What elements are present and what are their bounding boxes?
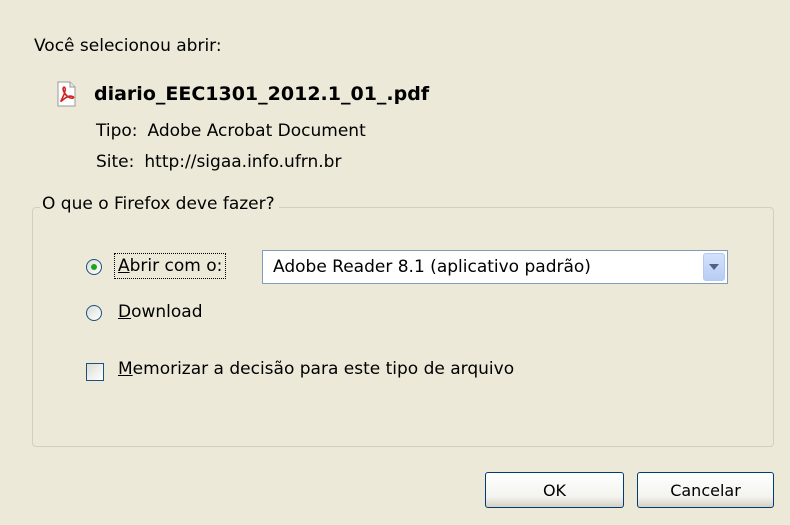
chevron-down-icon[interactable] — [703, 253, 725, 281]
download-radio[interactable] — [86, 305, 102, 321]
site-value: http://sigaa.info.ufrn.br — [144, 152, 342, 172]
application-select[interactable]: Adobe Reader 8.1 (aplicativo padrão) — [262, 250, 728, 284]
file-row: diario_EEC1301_2012.1_01_.pdf — [52, 80, 429, 108]
download-label[interactable]: Download — [118, 302, 203, 322]
dialog-intro: Você selecionou abrir: — [34, 36, 222, 56]
remember-accesskey: M — [118, 359, 133, 379]
filename: diario_EEC1301_2012.1_01_.pdf — [94, 83, 430, 105]
open-with-radio[interactable] — [86, 259, 102, 275]
action-groupbox — [32, 207, 774, 447]
remember-checkbox[interactable] — [86, 363, 104, 381]
cancel-button[interactable]: Cancelar — [637, 472, 774, 508]
download-accesskey: D — [118, 302, 132, 322]
open-with-accesskey: A — [118, 256, 130, 276]
type-label: Tipo: — [96, 121, 138, 141]
application-select-value: Adobe Reader 8.1 (aplicativo padrão) — [273, 257, 591, 277]
ok-button[interactable]: OK — [485, 472, 624, 508]
remember-label[interactable]: Memorizar a decisão para este tipo de ar… — [118, 359, 514, 379]
action-group-legend: O que o Firefox deve fazer? — [40, 194, 279, 214]
file-type-row: Tipo: Adobe Acrobat Document — [96, 121, 366, 141]
pdf-icon — [52, 80, 80, 108]
open-with-label[interactable]: Abrir com o: — [114, 253, 227, 279]
file-site-row: Site: http://sigaa.info.ufrn.br — [96, 152, 341, 172]
site-label: Site: — [96, 152, 135, 172]
open-with-label-text: brir com o: — [129, 256, 223, 276]
remember-label-text: emorizar a decisão para este tipo de arq… — [132, 359, 515, 379]
type-value: Adobe Acrobat Document — [147, 121, 366, 141]
download-label-text: ownload — [131, 302, 203, 322]
